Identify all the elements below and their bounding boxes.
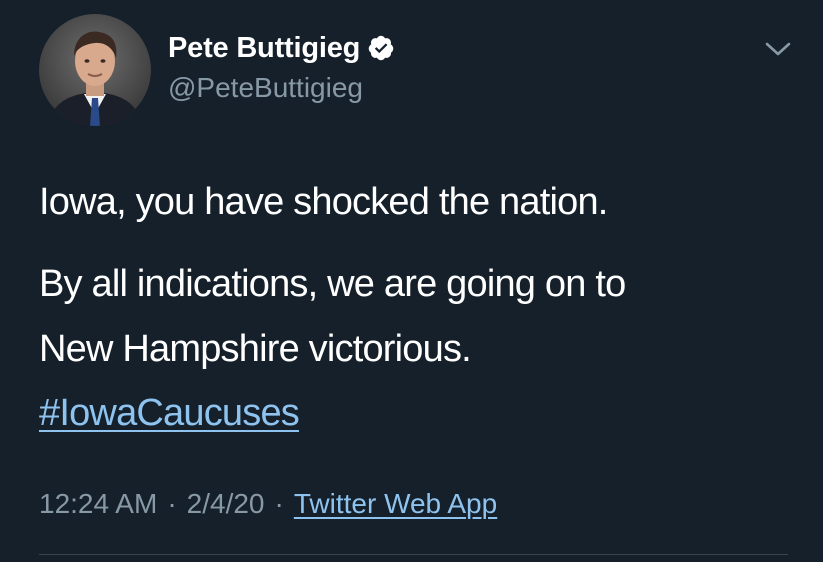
avatar[interactable] (39, 14, 151, 126)
avatar-image (39, 14, 151, 126)
hashtag-line: #IowaCaucuses (39, 390, 300, 436)
tweet-time[interactable]: 12:24 AM (39, 488, 157, 520)
author-name-row[interactable]: Pete Buttigieg (168, 31, 395, 65)
meta-separator: · (167, 488, 177, 519)
meta-separator: · (274, 488, 284, 519)
display-name[interactable]: Pete Buttigieg (168, 32, 360, 65)
verified-badge-icon (367, 34, 395, 62)
chevron-down-icon[interactable] (763, 37, 793, 61)
tweet-text-line-3: New Hampshire victorious. (39, 328, 472, 370)
tweet-text-line-2: By all indications, we are going on to (39, 263, 626, 305)
tweet-metadata: 12:24 AM · 2/4/20 · Twitter Web App (39, 488, 497, 520)
tweet-date[interactable]: 2/4/20 (187, 488, 265, 520)
hashtag-link[interactable]: #IowaCaucuses (39, 392, 300, 434)
divider (39, 554, 788, 555)
tweet-source-link[interactable]: Twitter Web App (294, 488, 497, 520)
tweet-text-line-1: Iowa, you have shocked the nation. (39, 181, 608, 223)
user-handle[interactable]: @PeteButtigieg (168, 72, 363, 104)
